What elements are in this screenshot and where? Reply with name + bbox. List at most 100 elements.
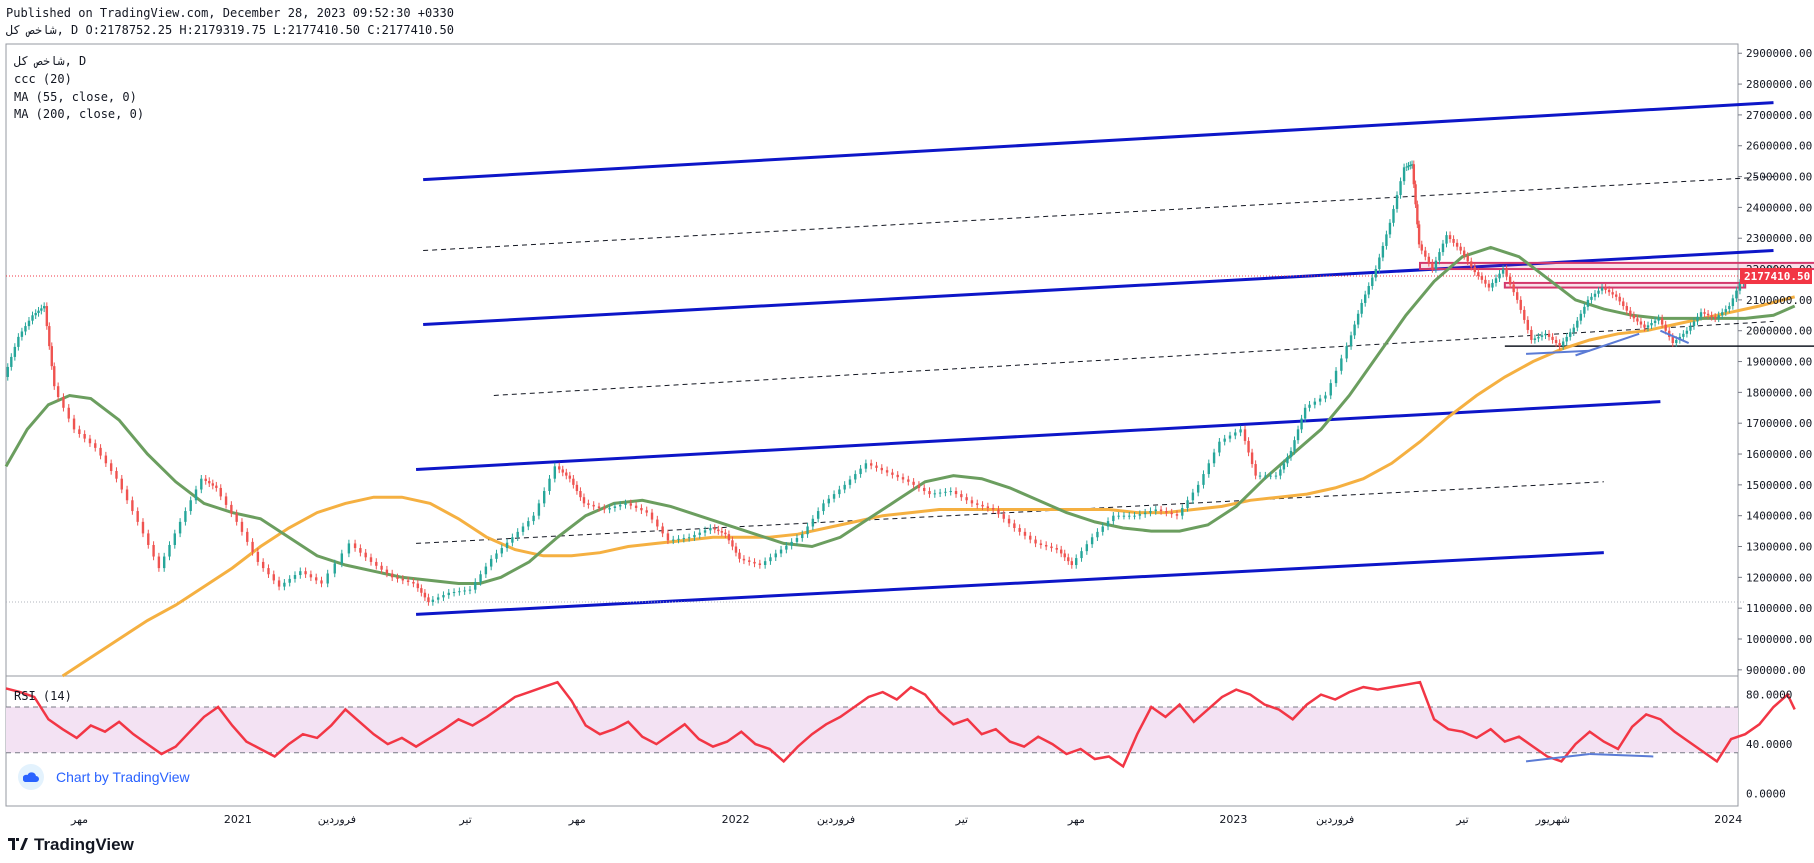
candle-body [34, 312, 37, 316]
candle-body [396, 577, 399, 579]
candle-body [587, 503, 590, 505]
candle-body [277, 580, 281, 587]
candle-body [822, 503, 825, 512]
x-tick-label: فروردین [318, 813, 356, 826]
candle-body [1149, 511, 1152, 513]
candle-body [1420, 244, 1423, 251]
candle-body [1424, 250, 1427, 257]
candle-body [120, 478, 123, 490]
candle-body [677, 538, 680, 540]
candle-body [928, 491, 931, 495]
candle-body [801, 534, 804, 539]
candle-body [436, 597, 440, 600]
candle-body [1234, 432, 1237, 436]
candle-body [431, 599, 435, 603]
candle-body [1254, 464, 1257, 476]
candle-body [1258, 475, 1262, 477]
candle-body [748, 560, 751, 562]
candle-body [1473, 266, 1476, 273]
candle-body [13, 346, 17, 357]
candle-body [359, 548, 362, 553]
y-tick-label: 2400000.00 [1746, 201, 1812, 214]
trendline-3 [493, 320, 1774, 396]
candle-body [500, 548, 503, 554]
candle-body [1059, 549, 1063, 554]
candle-body [1282, 463, 1286, 470]
tradingview-footer[interactable]: TradingView [8, 835, 134, 855]
candle-body [1196, 484, 1200, 493]
candle-body [1604, 287, 1607, 290]
candle-body [1412, 164, 1416, 185]
candle-body [240, 521, 244, 532]
candle-body [1175, 514, 1179, 516]
candle-body [1703, 312, 1706, 314]
candle-body [731, 540, 734, 547]
candle-body [970, 500, 974, 504]
candle-body [1512, 284, 1515, 293]
candle-body [774, 553, 777, 558]
candle-body [880, 467, 883, 471]
candle-body [527, 521, 530, 527]
candle-body [769, 557, 772, 562]
rsi-y-tick-label: 40.0000 [1746, 738, 1792, 751]
chart-by-tradingview-badge[interactable]: Chart by TradingView [18, 764, 190, 790]
candle-body [1360, 302, 1363, 314]
candle-body [703, 530, 707, 533]
candle-body [811, 518, 815, 527]
candle-body [672, 539, 675, 541]
candle-body [1735, 290, 1738, 299]
candle-body [1070, 561, 1074, 566]
candle-body [40, 308, 43, 311]
candle-body [83, 433, 86, 439]
trendline-6 [415, 551, 1604, 616]
candle-body [406, 580, 410, 582]
chart-canvas[interactable]: 2900000.00 2800000.00 2700000.00 2600000.00… [0, 0, 1814, 863]
candle-body [20, 331, 24, 337]
candle-body [661, 526, 664, 534]
candle-body [859, 468, 862, 475]
candle-body [1519, 299, 1522, 310]
candle-body [31, 315, 34, 321]
candle-body [1044, 544, 1048, 547]
candle-body [380, 565, 383, 570]
x-tick-label: 2021 [224, 813, 252, 826]
candle-body [1682, 333, 1685, 337]
candle-body [1501, 269, 1505, 274]
candle-body [168, 544, 171, 557]
candle-body [53, 366, 56, 387]
candle-body [1660, 318, 1664, 325]
candle-body [45, 306, 49, 327]
candle-body [267, 568, 270, 575]
candle-body [1516, 292, 1519, 300]
candle-body [960, 494, 963, 498]
candle-body [1607, 289, 1611, 293]
candle-body [1713, 316, 1717, 319]
x-tick-label: فروردین [1316, 813, 1354, 826]
candle-body [1381, 245, 1385, 258]
candle-body [1013, 523, 1016, 529]
x-tick-label: شهریور [1535, 813, 1570, 826]
candle-body [645, 510, 648, 513]
y-tick-label: 2900000.00 [1746, 47, 1812, 60]
candle-body [1138, 514, 1142, 516]
candle-body [1738, 282, 1742, 291]
candle-body [1250, 452, 1254, 465]
candle-body [27, 320, 31, 327]
candle-body [1050, 546, 1053, 549]
candle-body [1378, 257, 1381, 270]
candle-body [1159, 509, 1163, 512]
candle-body [299, 571, 302, 576]
candle-body [1664, 324, 1667, 331]
candle-body [640, 507, 643, 511]
candle-body [1034, 539, 1037, 544]
candle-body [933, 493, 937, 495]
candle-body [854, 474, 857, 480]
candle-body [1558, 343, 1561, 347]
candle-body [986, 506, 990, 508]
y-tick-label: 1700000.00 [1746, 417, 1812, 430]
candle-body [1371, 277, 1374, 287]
candle-body [189, 500, 192, 512]
footer-brand: TradingView [34, 835, 134, 854]
candle-body [1448, 235, 1452, 239]
candle-body [309, 574, 313, 578]
